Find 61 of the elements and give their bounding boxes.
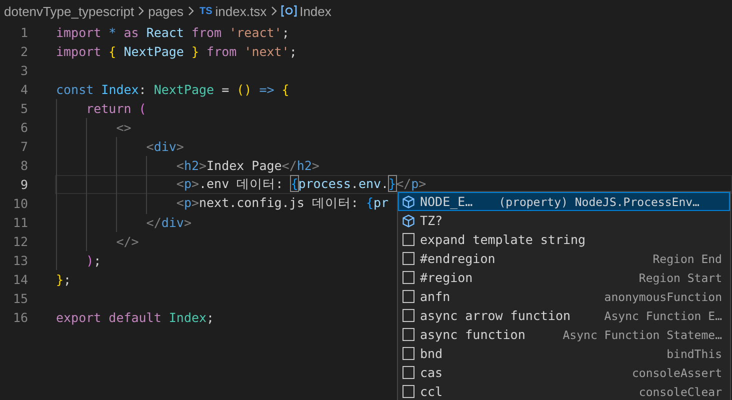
line-number: 10	[12, 196, 28, 211]
code-line: </>	[115, 234, 139, 249]
square-icon	[401, 289, 416, 304]
breadcrumb-item[interactable]: pages	[148, 4, 184, 18]
line-number: 14	[12, 272, 28, 287]
square-icon	[401, 308, 416, 323]
chevron-icon	[137, 5, 146, 17]
code-line: </div>	[145, 215, 192, 230]
breadcrumb-item[interactable]: Index	[300, 4, 332, 18]
suggestion-item[interactable]: anfn anonymousFunction	[398, 287, 730, 306]
code-line: <p>.env 데이터: {process.env.}</p>	[175, 176, 426, 191]
code-line: export default Index;	[56, 310, 214, 325]
suggestion-item[interactable]: bnd bindThis	[398, 344, 730, 363]
typescript-file-icon: TS	[200, 6, 212, 16]
code-line: );	[85, 253, 102, 268]
cube-icon	[401, 214, 416, 228]
line-number: 13	[12, 253, 28, 268]
line-number: 2	[19, 44, 28, 59]
square-icon	[401, 346, 416, 361]
code-line: <>	[115, 120, 132, 135]
suggestion-item[interactable]: expand template string	[398, 230, 730, 249]
code-line: <p>next.config.js 데이터: {pr	[175, 195, 389, 210]
square-icon	[401, 384, 416, 399]
breadcrumb-item[interactable]: dotenvType_typescript	[4, 4, 134, 18]
code-line: const Index: NextPage = () => {	[56, 82, 290, 97]
suggestion-item[interactable]: TZ?	[398, 211, 730, 230]
square-icon	[401, 251, 416, 266]
square-icon	[401, 365, 416, 380]
square-icon	[401, 270, 416, 285]
suggestion-item[interactable]: #endregion Region End	[398, 249, 730, 268]
symbol-icon	[280, 5, 297, 17]
line-number: 12	[12, 234, 28, 249]
suggestion-item[interactable]: cas consoleAssert	[398, 363, 730, 382]
line-number: 4	[19, 82, 28, 97]
line-number: 6	[19, 120, 28, 135]
breadcrumb-item[interactable]: index.tsx	[215, 4, 267, 18]
line-number: 8	[19, 158, 28, 173]
suggestion-item[interactable]: async function Async Function Stateme…	[398, 325, 730, 344]
code-line: return (	[85, 101, 146, 116]
cube-icon	[401, 194, 416, 208]
suggestion-item[interactable]: #region Region Start	[398, 268, 730, 287]
line-number: 5	[19, 101, 28, 116]
line-number: 3	[19, 63, 28, 78]
line-number: 11	[12, 215, 28, 230]
square-icon	[401, 232, 416, 247]
line-number: 16	[12, 310, 28, 325]
square-icon	[401, 327, 416, 342]
suggestion-item[interactable]: NODE_E… (property) NodeJS.ProcessEnv…	[398, 192, 730, 211]
line-number: 1	[19, 25, 28, 40]
chevron-icon	[186, 5, 194, 17]
line-number: 9	[19, 177, 28, 192]
code-line: import { NextPage } from 'next';	[56, 44, 297, 59]
chevron-icon	[270, 5, 278, 17]
suggestion-item[interactable]: ccl consoleClear	[398, 382, 730, 400]
suggestion-item[interactable]: async arrow function Async Function E…	[398, 306, 730, 325]
code-line: };	[56, 272, 72, 287]
code-line: <div>	[145, 139, 184, 154]
code-line: import * as React from 'react';	[56, 25, 290, 40]
line-number: 7	[19, 139, 28, 154]
line-number: 15	[12, 291, 28, 306]
code-line: <h2>Index Page</h2>	[175, 158, 320, 173]
